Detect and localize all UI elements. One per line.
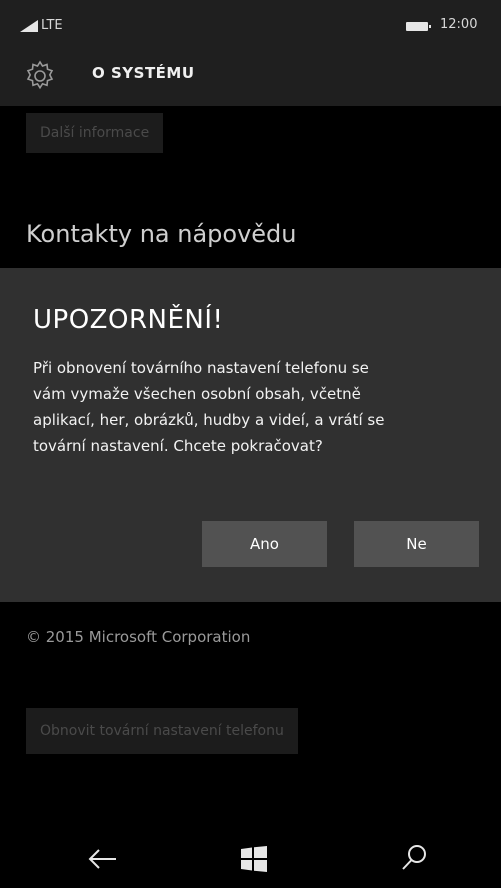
more-info-button[interactable]: Další informace [26, 113, 164, 153]
copyright-text: © 2015 Microsoft Corporation [26, 628, 251, 646]
yes-button[interactable]: Ano [202, 521, 327, 567]
page-header [0, 46, 501, 106]
back-arrow-icon[interactable] [86, 844, 120, 874]
dialog-message: Při obnovení továrního nastavení telefon… [33, 355, 473, 459]
factory-reset-button[interactable]: Obnovit tovární nastavení telefonu [26, 708, 298, 754]
gear-icon [26, 60, 54, 90]
dialog-message-line: Při obnovení továrního nastavení telefon… [33, 359, 369, 377]
dialog-message-line: tovární nastavení. Chcete pokračovat? [33, 437, 323, 455]
dialog-title: UPOZORNĚNÍ! [33, 305, 224, 335]
dialog-message-line: vám vymaže všechen osobní obsah, včetně [33, 385, 361, 403]
page-title: O SYSTÉMU [92, 64, 195, 82]
clock: 12:00 [440, 17, 478, 32]
dialog-message-line: aplikací, her, obrázků, hudby a videí, a… [33, 411, 385, 429]
windows-icon[interactable] [241, 846, 267, 872]
battery-icon [406, 22, 431, 31]
signal-strength-icon [20, 20, 38, 32]
contacts-heading: Kontakty na nápovědu [26, 220, 297, 248]
no-button[interactable]: Ne [354, 521, 479, 567]
network-type: LTE [41, 18, 63, 33]
search-icon[interactable] [399, 843, 429, 873]
